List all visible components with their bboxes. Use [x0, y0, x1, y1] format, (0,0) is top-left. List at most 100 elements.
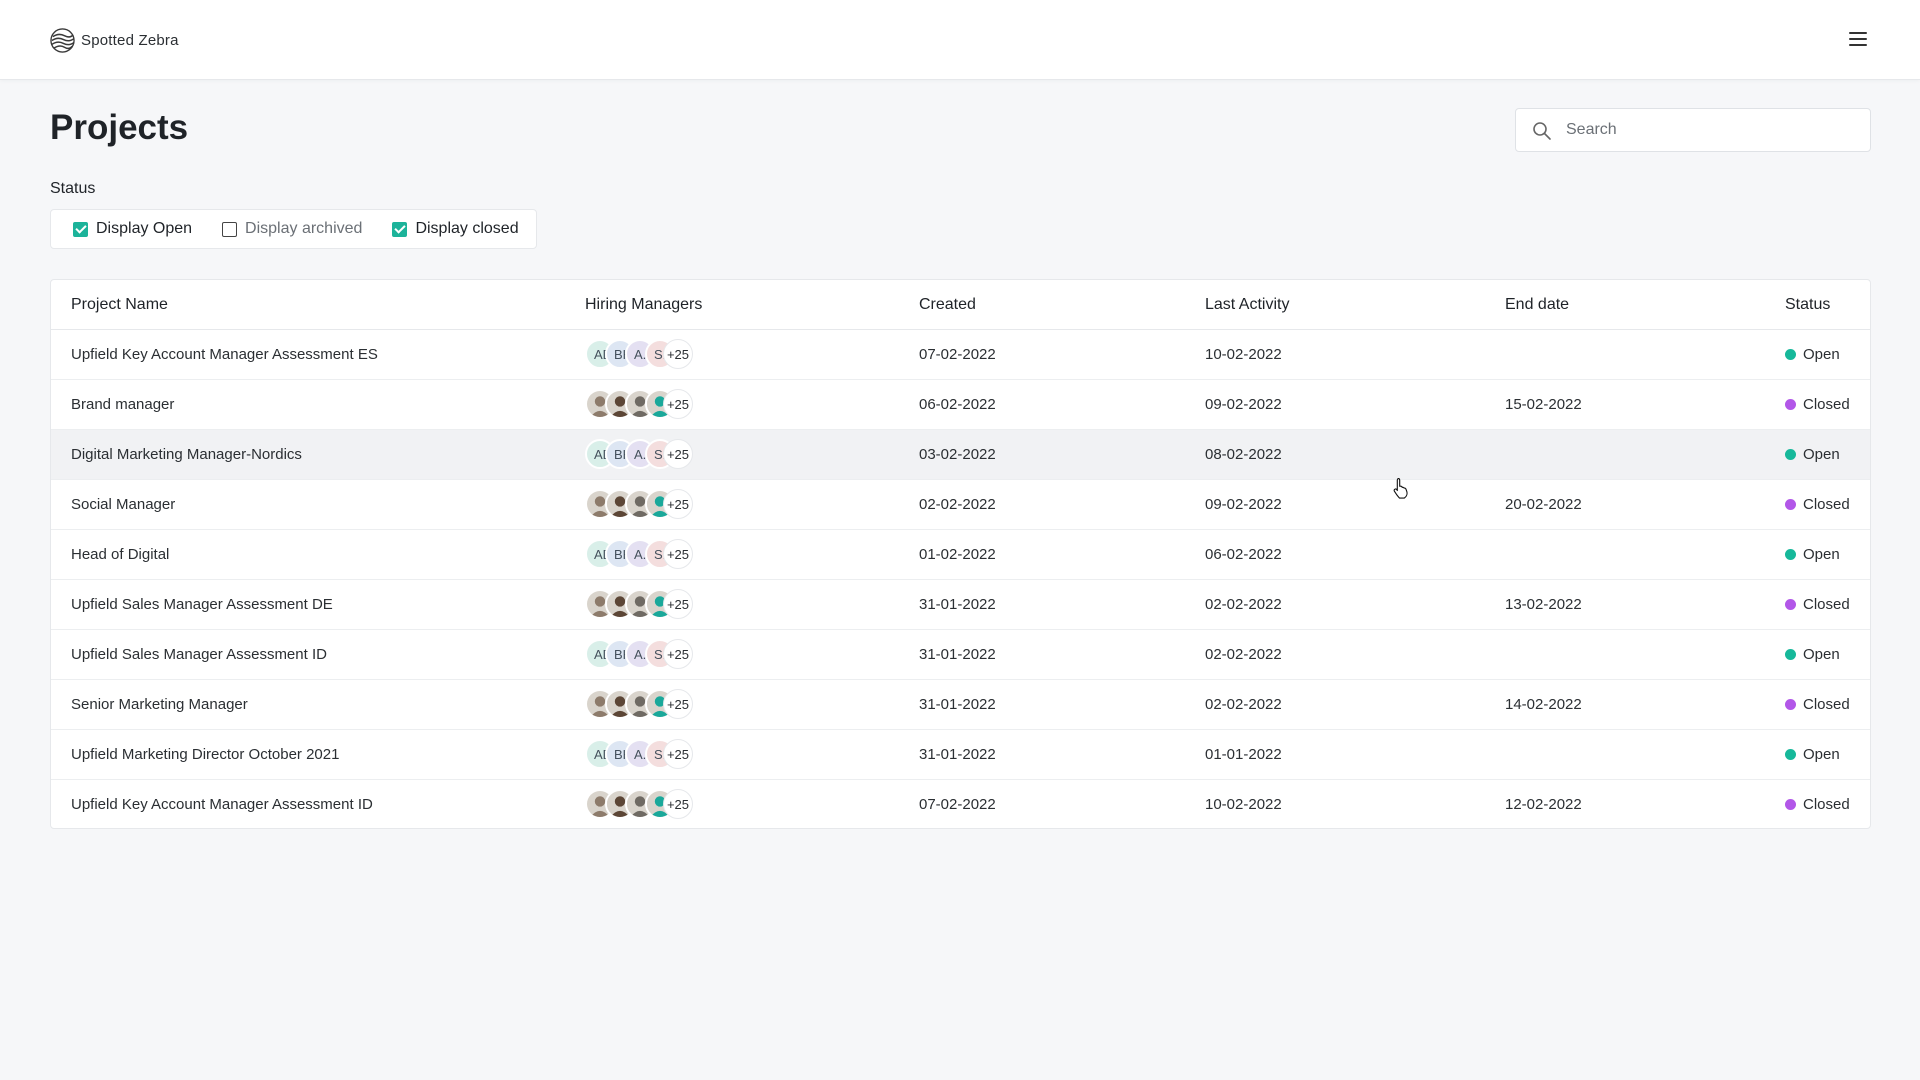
more-managers-count[interactable]: +25 — [663, 689, 693, 719]
column-header-last-activity[interactable]: Last Activity — [1205, 296, 1289, 314]
last-activity-date: 08-02-2022 — [1205, 446, 1282, 463]
project-name[interactable]: Head of Digital — [71, 546, 169, 563]
hiring-managers: +25 — [585, 689, 705, 721]
status-dot-icon — [1785, 799, 1796, 810]
table-row[interactable]: Digital Marketing Manager-Nordics ADBHA.S… — [51, 430, 1870, 480]
more-managers-count[interactable]: +25 — [663, 439, 693, 469]
more-managers-count[interactable]: +25 — [663, 589, 693, 619]
project-name[interactable]: Digital Marketing Manager-Nordics — [71, 446, 302, 463]
project-name[interactable]: Upfield Marketing Director October 2021 — [71, 746, 339, 763]
end-date: 12-02-2022 — [1505, 796, 1582, 813]
search-box[interactable] — [1515, 108, 1871, 152]
end-date: 14-02-2022 — [1505, 696, 1582, 713]
end-date: 20-02-2022 — [1505, 496, 1582, 513]
avatar-stack[interactable]: +25 — [585, 489, 705, 521]
avatar-stack[interactable]: ADBHA.SD+25 — [585, 539, 705, 571]
column-header-status[interactable]: Status — [1785, 296, 1830, 314]
table-row[interactable]: Upfield Marketing Director October 2021 A… — [51, 730, 1870, 780]
project-name[interactable]: Senior Marketing Manager — [71, 696, 248, 713]
more-managers-count[interactable]: +25 — [663, 539, 693, 569]
status-dot-icon — [1785, 599, 1796, 610]
status-text: Closed — [1803, 796, 1850, 813]
hiring-managers: +25 — [585, 389, 705, 421]
status-badge: Open — [1785, 646, 1840, 663]
top-bar: Spotted Zebra — [0, 0, 1920, 80]
more-managers-count[interactable]: +25 — [663, 739, 693, 769]
checkbox-checked-icon[interactable] — [392, 221, 408, 237]
filter-display-archived[interactable]: Display archived — [222, 220, 362, 238]
last-activity-date: 10-02-2022 — [1205, 346, 1282, 363]
column-header-hiring-managers[interactable]: Hiring Managers — [585, 296, 702, 314]
created-date: 07-02-2022 — [919, 346, 996, 363]
filter-label: Display closed — [415, 220, 519, 237]
table-row[interactable]: Upfield Sales Manager Assessment DE +25 31… — [51, 580, 1870, 630]
table-row[interactable]: Social Manager +25 02-02-2022 09-02-2022 20-… — [51, 480, 1870, 530]
avatar-stack[interactable]: ADBHA.SD+25 — [585, 339, 705, 371]
avatar-stack[interactable]: ADBHA.SD+25 — [585, 439, 705, 471]
table-row[interactable]: Brand manager +25 06-02-2022 09-02-2022 15-0… — [51, 380, 1870, 430]
filter-label: Display Open — [96, 220, 193, 237]
status-dot-icon — [1785, 349, 1796, 360]
status-text: Closed — [1803, 496, 1850, 513]
project-name[interactable]: Upfield Key Account Manager Assessment I… — [71, 796, 373, 813]
table-row[interactable]: Upfield Sales Manager Assessment ID ADBHA… — [51, 630, 1870, 680]
status-text: Open — [1803, 646, 1840, 663]
projects-table: Project Name Hiring Managers Created Las… — [50, 279, 1871, 829]
more-managers-count[interactable]: +25 — [663, 639, 693, 669]
hiring-managers: +25 — [585, 789, 705, 821]
more-managers-count[interactable]: +25 — [663, 789, 693, 819]
avatar-stack[interactable]: +25 — [585, 389, 705, 421]
column-header-created[interactable]: Created — [919, 296, 976, 314]
last-activity-date: 02-02-2022 — [1205, 596, 1282, 613]
checkbox-checked-icon[interactable] — [73, 221, 88, 237]
filter-display-closed[interactable]: Display closed — [392, 220, 519, 238]
brand[interactable]: Spotted Zebra — [50, 28, 179, 53]
avatar-stack[interactable]: ADBHA.SD+25 — [585, 639, 705, 671]
project-name[interactable]: Upfield Sales Manager Assessment ID — [71, 646, 327, 663]
avatar-stack[interactable]: +25 — [585, 689, 705, 721]
checkbox-unchecked-icon[interactable] — [222, 221, 238, 237]
last-activity-date: 06-02-2022 — [1205, 546, 1282, 563]
status-badge: Closed — [1785, 596, 1850, 613]
hiring-managers: ADBHA.SD+25 — [585, 639, 705, 671]
more-managers-count[interactable]: +25 — [663, 339, 693, 369]
avatar-stack[interactable]: ADBHA.SD+25 — [585, 739, 705, 771]
hiring-managers: ADBHA.SD+25 — [585, 539, 705, 571]
status-text: Open — [1803, 346, 1840, 363]
column-header-project-name[interactable]: Project Name — [71, 296, 168, 314]
filter-label: Display archived — [245, 220, 363, 237]
project-name[interactable]: Social Manager — [71, 496, 175, 513]
status-text: Open — [1803, 746, 1840, 763]
status-dot-icon — [1785, 399, 1796, 410]
status-badge: Closed — [1785, 396, 1850, 413]
last-activity-date: 09-02-2022 — [1205, 496, 1282, 513]
avatar-stack[interactable]: +25 — [585, 789, 705, 821]
more-managers-count[interactable]: +25 — [663, 489, 693, 519]
table-row[interactable]: Upfield Key Account Manager Assessment I… — [51, 780, 1870, 828]
project-name[interactable]: Upfield Sales Manager Assessment DE — [71, 596, 333, 613]
hamburger-icon — [1849, 32, 1867, 34]
status-dot-icon — [1785, 499, 1796, 510]
status-dot-icon — [1785, 699, 1796, 710]
hamburger-menu-button[interactable] — [1845, 28, 1873, 52]
created-date: 31-01-2022 — [919, 696, 996, 713]
hiring-managers: ADBHA.SD+25 — [585, 339, 705, 371]
table-row[interactable]: Upfield Key Account Manager Assessment E… — [51, 330, 1870, 380]
table-row[interactable]: Head of Digital ADBHA.SD+25 01-02-2022 06-0… — [51, 530, 1870, 580]
column-header-end-date[interactable]: End date — [1505, 296, 1569, 314]
search-input[interactable] — [1566, 117, 1856, 143]
table-header: Project Name Hiring Managers Created Las… — [51, 280, 1870, 330]
brand-name: Spotted Zebra — [81, 32, 179, 49]
status-filter-label: Status — [50, 180, 96, 197]
zebra-logo-icon — [50, 28, 75, 53]
filter-display-open[interactable]: Display Open — [73, 220, 192, 238]
created-date: 07-02-2022 — [919, 796, 996, 813]
project-name[interactable]: Brand manager — [71, 396, 174, 413]
status-badge: Open — [1785, 546, 1840, 563]
table-row[interactable]: Senior Marketing Manager +25 31-01-2022 02-… — [51, 680, 1870, 730]
status-badge: Closed — [1785, 696, 1850, 713]
avatar-stack[interactable]: +25 — [585, 589, 705, 621]
last-activity-date: 02-02-2022 — [1205, 696, 1282, 713]
more-managers-count[interactable]: +25 — [663, 389, 693, 419]
project-name[interactable]: Upfield Key Account Manager Assessment E… — [71, 346, 378, 363]
